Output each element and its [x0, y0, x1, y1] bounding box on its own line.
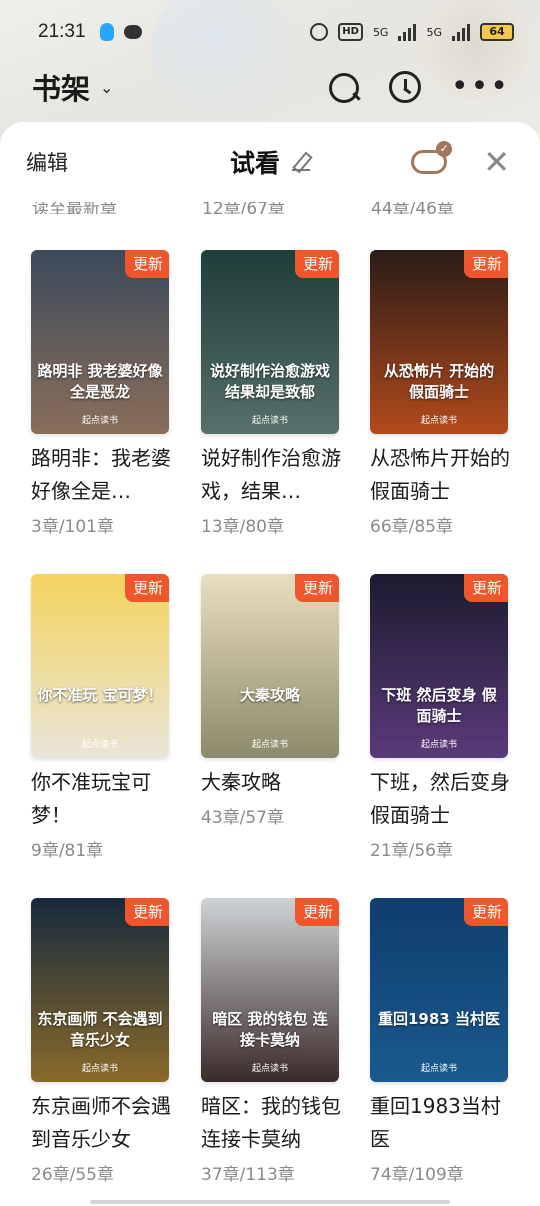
history-icon[interactable] [388, 71, 421, 103]
book-title[interactable]: 东京画师不会遇到音乐少女 [31, 1090, 171, 1156]
update-badge: 更新 [294, 574, 339, 602]
book-card[interactable]: 更新下班 然后变身 假面骑士起点读书下班，然后变身假面骑士 21章/56章 [370, 574, 510, 861]
publisher-logo: 起点读书 [81, 740, 118, 750]
net2-label: 5G [426, 25, 442, 39]
book-card[interactable]: 更新从恐怖片 开始的 假面骑士起点读书从恐怖片开始的假面骑士 66章/85章 [370, 250, 510, 537]
publisher-logo: 起点读书 [420, 416, 457, 426]
book-card[interactable]: 更新 大秦攻略 起点读书 大秦攻略 43章/57章 [201, 574, 341, 828]
book-progress: 26章/55章 [31, 1165, 114, 1185]
book-card[interactable]: 更新路明非 我老婆好像全是恶龙起点读书路明非：我老婆好像全是… 3章/101章 [31, 250, 171, 537]
alarm-icon [310, 23, 329, 41]
cover-title-art: 你不准玩 宝可梦！ [37, 686, 163, 704]
book-title[interactable]: 下班，然后变身假面骑士 [370, 766, 510, 832]
book-progress: 3章/101章 [31, 517, 114, 537]
book-cover[interactable]: 更新你不准玩 宝可梦！ 起点读书 [31, 574, 169, 758]
book-cover[interactable]: 更新东京画师 不会遇到 音乐少女起点读书 [31, 898, 169, 1082]
book-cover[interactable]: 更新重回1983 当村医起点读书 [370, 898, 508, 1082]
book-cover[interactable]: 更新下班 然后变身 假面骑士起点读书 [370, 574, 508, 758]
cover-title-art: 从恐怖片 开始的 假面骑士 [383, 362, 495, 401]
chevron-down-icon[interactable]: ⌄ [100, 78, 113, 97]
cloud-sync-icon[interactable] [411, 141, 453, 174]
book-card[interactable]: 更新东京画师 不会遇到 音乐少女起点读书东京画师不会遇到音乐少女 26章/55章 [31, 898, 171, 1185]
top-nav: 书架 ⌄ ••• [0, 62, 540, 112]
book-title[interactable]: 暗区：我的钱包连接卡莫纳 [201, 1090, 341, 1156]
update-badge: 更新 [463, 250, 508, 278]
scroll-indicator [90, 1200, 450, 1204]
publisher-logo: 起点读书 [251, 416, 288, 426]
book-progress: 9章/81章 [31, 841, 104, 861]
publisher-logo: 起点读书 [251, 740, 288, 750]
net1-label: 5G [372, 25, 389, 39]
book-title[interactable]: 路明非：我老婆好像全是… [31, 442, 171, 508]
publisher-logo: 起点读书 [420, 1064, 457, 1074]
book-title[interactable]: 你不准玩宝可梦！ [31, 766, 171, 832]
bookshelf-title[interactable]: 书架 [32, 66, 90, 108]
update-badge: 更新 [463, 574, 508, 602]
signal-icon [452, 23, 470, 41]
book-progress: 13章/80章 [201, 517, 284, 537]
book-cover[interactable]: 更新说好制作治愈游戏 结果却是致郁起点读书 [201, 250, 339, 434]
cover-title-art: 路明非 我老婆好像全是恶龙 [37, 362, 163, 401]
publisher-logo: 起点读书 [81, 416, 118, 426]
status-icons: HD 5G 5G 64 [310, 23, 514, 41]
pencil-icon[interactable] [292, 153, 310, 171]
book-card[interactable]: 更新暗区 我的钱包 连接卡莫纳起点读书暗区：我的钱包连接卡莫纳 37章/113章 [201, 898, 341, 1185]
sheet-header: 编辑 试看 ✕ [0, 122, 540, 202]
update-badge: 更新 [124, 898, 169, 926]
book-title[interactable]: 说好制作治愈游戏，结果… [201, 442, 341, 508]
battery-icon: 64 [480, 23, 514, 41]
update-badge: 更新 [124, 250, 169, 278]
qq-icon [99, 23, 114, 41]
publisher-logo: 起点读书 [251, 1064, 288, 1074]
book-progress: 37章/113章 [201, 1165, 295, 1185]
update-badge: 更新 [463, 898, 508, 926]
status-bar: 21:31 HD 5G 5G 64 [0, 14, 540, 50]
wechat-icon [123, 25, 142, 39]
book-cover[interactable]: 更新路明非 我老婆好像全是恶龙起点读书 [31, 250, 169, 434]
book-title[interactable]: 从恐怖片开始的假面骑士 [370, 442, 510, 508]
close-icon[interactable]: ✕ [483, 146, 510, 178]
book-cover[interactable]: 更新大秦攻略起点读书 [201, 574, 339, 758]
update-badge: 更新 [294, 250, 339, 278]
search-icon[interactable] [327, 71, 359, 103]
cover-title-art: 重回1983 当村医 [378, 1010, 500, 1028]
publisher-logo: 起点读书 [81, 1064, 118, 1074]
hd-icon: HD [338, 23, 363, 41]
book-card[interactable]: 更新你不准玩 宝可梦！ 起点读书你不准玩宝可梦！ 9章/81章 [31, 574, 171, 861]
book-progress: 21章/56章 [370, 841, 453, 861]
cover-title-art: 下班 然后变身 假面骑士 [381, 686, 497, 725]
more-icon[interactable]: ••• [451, 72, 510, 102]
book-title[interactable]: 重回1983当村医 [370, 1090, 510, 1156]
book-card[interactable]: 更新重回1983 当村医起点读书重回1983当村医 74章/109章 [370, 898, 510, 1185]
update-badge: 更新 [294, 898, 339, 926]
book-cover[interactable]: 更新暗区 我的钱包 连接卡莫纳起点读书 [201, 898, 339, 1082]
edit-button[interactable]: 编辑 [26, 147, 68, 177]
cover-title-art: 大秦攻略 [239, 686, 300, 704]
cover-title-art: 暗区 我的钱包 连接卡莫纳 [212, 1010, 328, 1049]
cover-title-art: 东京画师 不会遇到 音乐少女 [37, 1010, 163, 1049]
book-progress: 43章/57章 [201, 808, 284, 828]
book-progress: 74章/109章 [370, 1165, 464, 1185]
book-cover[interactable]: 更新从恐怖片 开始的 假面骑士起点读书 [370, 250, 508, 434]
update-badge: 更新 [124, 574, 169, 602]
sheet-title: 试看 [229, 149, 280, 178]
book-title[interactable]: 大秦攻略 [201, 766, 341, 799]
signal-icon [398, 23, 417, 41]
cover-title-art: 说好制作治愈游戏 结果却是致郁 [209, 362, 330, 401]
status-time: 21:31 [38, 21, 86, 42]
publisher-logo: 起点读书 [420, 740, 457, 750]
book-progress: 66章/85章 [370, 517, 453, 537]
trial-reading-sheet: 编辑 试看 ✕ 读至最新章 12章/67章 44章/46章 更新路明非 我老婆好… [0, 122, 540, 1206]
book-card[interactable]: 更新说好制作治愈游戏 结果却是致郁起点读书说好制作治愈游戏，结果… 13章/80章 [201, 250, 341, 537]
